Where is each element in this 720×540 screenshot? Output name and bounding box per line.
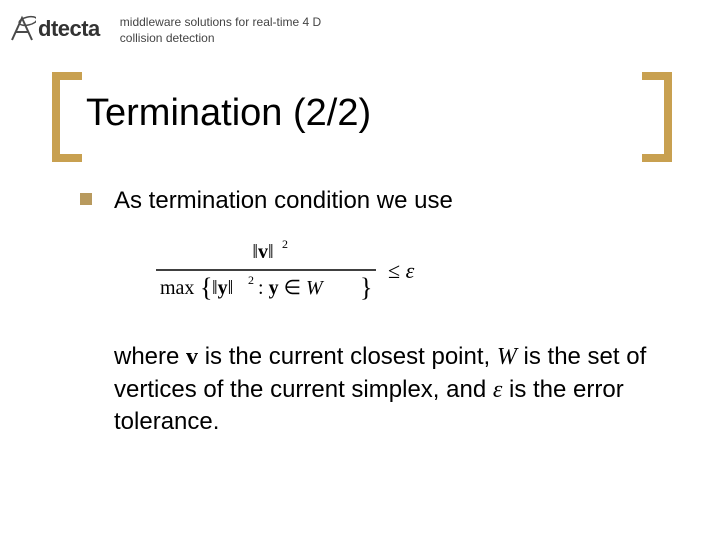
termination-formula: ‖v‖ 2 max { ‖y‖ 2 : y ∈ W } ≤ ε [148,238,660,317]
f-den-y2: y [269,277,279,299]
f-rbrace: } [360,273,372,302]
logo: dtecta [8,14,100,44]
bullet-icon [80,193,92,205]
logo-text: dtecta [38,16,100,42]
header-subtitle: middleware solutions for real-time 4 D c… [120,14,340,46]
f-eps: ε [406,258,415,283]
f-colon: : [258,277,269,299]
svg-text:‖v‖: ‖v‖ [252,241,273,263]
content-area: As termination condition we use ‖v‖ 2 ma… [80,185,660,438]
svg-text:: y ∈ W: : y ∈ W [258,277,325,299]
var-v: v [186,344,198,370]
body-paragraph: where v is the current closest point, W … [114,341,654,438]
f-leq: ≤ [388,258,406,283]
header: dtecta middleware solutions for real-tim… [0,0,720,46]
logo-icon [8,14,36,44]
f-num-exp: 2 [282,238,288,251]
f-den-exp: 2 [248,273,254,287]
bracket-left-decoration [52,72,82,162]
slide-title: Termination (2/2) [86,92,371,135]
f-den-y: y [218,277,228,299]
body-mid1: is the current closest point, [198,343,497,370]
svg-text:max: max [160,277,194,299]
f-max: max [160,277,194,299]
bullet-item: As termination condition we use [80,185,660,216]
var-W: W [497,344,517,370]
svg-text:≤ ε: ≤ ε [388,258,415,283]
f-lbrace: { [200,273,212,302]
f-in: ∈ [279,277,306,299]
var-eps: ε [493,377,502,403]
body-pre: where [114,343,186,370]
f-den-r: ‖ [228,277,234,299]
svg-text:‖y‖: ‖y‖ [212,277,233,299]
f-num-r: ‖ [268,241,274,263]
f-num-v: v [258,241,268,263]
f-den-W: W [306,277,325,299]
bullet-text: As termination condition we use [114,185,453,216]
bracket-right-decoration [642,72,672,162]
